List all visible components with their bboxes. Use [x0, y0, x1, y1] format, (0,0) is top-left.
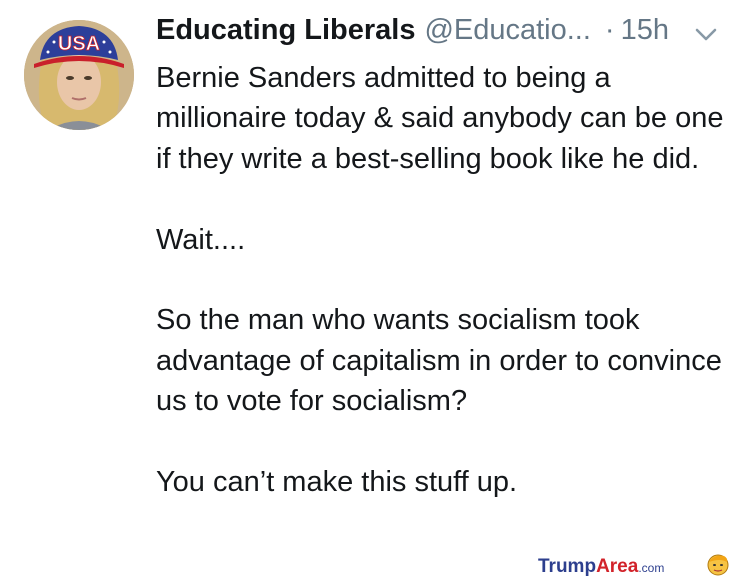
tweet-paragraph: You can’t make this stuff up. — [156, 466, 518, 499]
author-name[interactable]: Educating Liberals — [156, 14, 415, 47]
watermark-part2: Area — [596, 556, 639, 577]
watermark-part1: Trump — [538, 556, 597, 577]
tweet-card[interactable]: USA Educating Liberals @Educatio... · 15… — [0, 0, 740, 578]
tweet-paragraph: Bernie Sanders admitted to being a milli… — [156, 62, 724, 175]
header-separator: · — [604, 14, 615, 46]
tweet-paragraph: Wait.... — [156, 223, 246, 256]
avatar[interactable]: USA — [24, 20, 134, 130]
tweet-text: Bernie Sanders admitted to being a milli… — [156, 58, 726, 502]
author-handle[interactable]: @Educatio... — [424, 14, 590, 47]
trump-face-icon — [707, 554, 729, 576]
chevron-down-icon[interactable] — [694, 26, 718, 42]
tweet-paragraph: So the man who wants socialism took adva… — [156, 304, 722, 418]
avatar-cap-text: USA — [58, 33, 100, 55]
tweet-timestamp[interactable]: 15h — [621, 14, 669, 47]
watermark: TrumpArea.com — [538, 556, 664, 578]
avatar-image: USA — [24, 20, 134, 130]
tweet-header: Educating Liberals @Educatio... · 15h — [156, 14, 716, 56]
watermark-part3: .com — [638, 561, 665, 575]
